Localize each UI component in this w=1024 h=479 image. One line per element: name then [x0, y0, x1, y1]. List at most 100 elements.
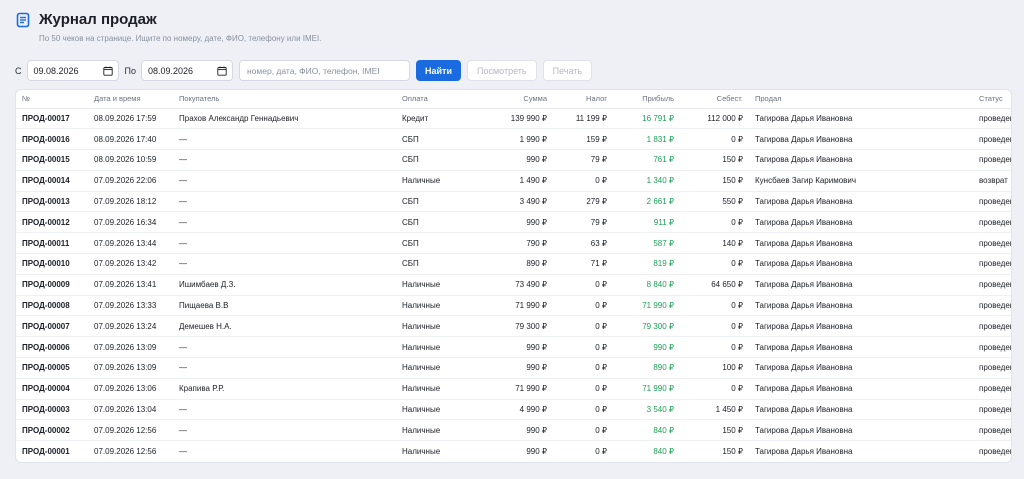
table-row[interactable]: ПРОД-00011 07.09.2026 13:44— СБП 790 ₽63 ₽5… — [16, 232, 1011, 255]
cell-seller: Тагирова Дарья Ивановна — [749, 399, 973, 421]
cell-payment: СБП — [396, 149, 476, 171]
cell-datetime: 07.09.2026 13:42 — [88, 253, 173, 275]
cell-seller: Тагирова Дарья Ивановна — [749, 274, 973, 296]
table-row[interactable]: ПРОД-00008 07.09.2026 13:33 Пищаева В.В Нал… — [16, 295, 1011, 317]
cell-status: проведена — [973, 399, 1011, 421]
cell-seller: Тагирова Дарья Ивановна — [749, 149, 973, 171]
cell-customer: Ишимбаев Д.З. — [173, 274, 396, 296]
cell-tax: 63 ₽ — [553, 232, 613, 255]
cell-seller: Тагирова Дарья Ивановна — [749, 419, 973, 442]
cell-customer: — — [173, 399, 396, 421]
table-row[interactable]: ПРОД-00006 07.09.2026 13:09— Наличные 990 ₽… — [16, 336, 1011, 359]
cell-profit: 2 661 ₽ — [613, 191, 680, 213]
cell-number: ПРОД-00009 — [16, 274, 88, 296]
cell-amount: 890 ₽ — [476, 253, 553, 275]
cell-number: ПРОД-00016 — [16, 128, 88, 151]
cell-datetime: 07.09.2026 13:09 — [88, 336, 173, 359]
date-from-label: С — [15, 65, 22, 76]
cell-datetime: 07.09.2026 13:44 — [88, 232, 173, 255]
cell-customer: — — [173, 170, 396, 192]
cell-profit: 840 ₽ — [653, 446, 674, 456]
cell-payment: СБП — [396, 191, 476, 213]
cell-customer: Крапива Р.Р. — [173, 378, 396, 400]
cell-seller: Тагирова Дарья Ивановна — [749, 253, 973, 275]
cell-customer: Прахов Александр Геннадьевич — [173, 108, 396, 130]
cell-profit: 8 840 ₽ — [613, 274, 680, 296]
cell-tax: 0 ₽ — [553, 295, 613, 317]
print-button[interactable]: Печать — [542, 60, 593, 81]
cell-profit: 761 ₽ — [613, 149, 680, 171]
cell-customer: — — [173, 211, 396, 234]
cell-tax: 279 ₽ — [553, 191, 613, 213]
table-row[interactable]: ПРОД-00003 07.09.2026 13:04— Наличные 4 990… — [16, 399, 1011, 421]
cell-cost: 150 ₽ — [680, 419, 749, 442]
cell-tax: 79 ₽ — [553, 211, 613, 234]
table-row[interactable]: ПРОД-00005 07.09.2026 13:09— Наличные 990 ₽… — [16, 357, 1011, 379]
table-row[interactable]: ПРОД-00007 07.09.2026 13:24 Демешев Н.А. На… — [16, 315, 1011, 338]
column-header-datetime: Дата и время — [88, 90, 173, 109]
cell-payment: СБП — [396, 211, 476, 234]
search-input[interactable] — [238, 60, 410, 81]
cell-cost: 150 ₽ — [722, 446, 743, 456]
date-to-value: 08.09.2026 — [147, 65, 194, 76]
table-row[interactable]: ПРОД-00001 07.09.2026 12:56 — Наличные 990 ₽… — [16, 441, 1011, 462]
cell-amount: 79 300 ₽ — [476, 315, 553, 338]
cell-profit: 990 ₽ — [613, 336, 680, 359]
page-subtitle: По 50 чеков на странице. Ищите по номеру… — [39, 34, 322, 43]
table-row[interactable]: ПРОД-00014 07.09.2026 22:06— Наличные 1 490… — [16, 170, 1011, 192]
cell-payment: Наличные — [396, 399, 476, 421]
sales-table: № Дата и время Покупатель Оплата Сумма Н… — [16, 90, 1011, 462]
page-header: Журнал продаж — [15, 11, 157, 28]
cell-status: проведена — [973, 128, 1011, 151]
table-row[interactable]: ПРОД-00002 07.09.2026 12:56— Наличные 990 ₽… — [16, 419, 1011, 442]
cell-seller: Тагирова Дарья Ивановна — [749, 211, 973, 234]
cell-number: ПРОД-00011 — [16, 232, 88, 255]
cell-status: проведена — [973, 274, 1011, 296]
table-header-row: № Дата и время Покупатель Оплата Сумма Н… — [16, 90, 1011, 109]
cell-amount: 3 490 ₽ — [476, 191, 553, 213]
table-row[interactable]: ПРОД-00004 07.09.2026 13:06 Крапива Р.Р. На… — [16, 378, 1011, 400]
table-row[interactable]: ПРОД-00017 08.09.2026 17:59 Прахов Алексан… — [16, 108, 1011, 130]
cell-number: ПРОД-00012 — [16, 211, 88, 234]
calendar-icon[interactable] — [102, 66, 113, 76]
table-row[interactable]: ПРОД-00012 07.09.2026 16:34— СБП 990 ₽79 ₽9… — [16, 211, 1011, 234]
cell-payment: Наличные — [396, 170, 476, 192]
table-row[interactable]: ПРОД-00016 08.09.2026 17:40— СБП 1 990 ₽159… — [16, 128, 1011, 151]
cell-status: проведена — [973, 108, 1011, 130]
cell-customer: — — [173, 232, 396, 255]
calendar-icon[interactable] — [217, 66, 227, 76]
table-row[interactable]: ПРОД-00009 07.09.2026 13:41 Ишимбаев Д.З. Н… — [16, 274, 1011, 296]
table-row[interactable]: ПРОД-00013 07.09.2026 18:12— СБП 3 490 ₽279… — [16, 191, 1011, 213]
search-button[interactable]: Найти — [415, 60, 461, 81]
cell-number: ПРОД-00004 — [16, 378, 88, 400]
column-header-number: № — [16, 90, 88, 109]
cell-customer: — — [173, 419, 396, 442]
table-row[interactable]: ПРОД-00010 07.09.2026 13:42— СБП 890 ₽71 ₽8… — [16, 253, 1011, 275]
table-row[interactable]: ПРОД-00015 08.09.2026 10:59— СБП 990 ₽79 ₽7… — [16, 149, 1011, 171]
cell-status: проведена — [979, 446, 1011, 456]
date-from-input[interactable]: 09.08.2026 — [26, 60, 119, 81]
cell-cost: 1 450 ₽ — [680, 399, 749, 421]
cell-amount: 4 990 ₽ — [476, 399, 553, 421]
cell-datetime: 07.09.2026 13:41 — [88, 274, 173, 296]
cell-number: ПРОД-00017 — [16, 108, 88, 130]
cell-status: проведена — [973, 336, 1011, 359]
cell-datetime: 08.09.2026 10:59 — [88, 149, 173, 171]
cell-profit: 840 ₽ — [613, 419, 680, 442]
cell-status: возврат — [973, 170, 1011, 192]
cell-cost: 0 ₽ — [680, 253, 749, 275]
cell-customer: — — [179, 446, 187, 456]
cell-datetime: 07.09.2026 22:06 — [88, 170, 173, 192]
cell-payment: СБП — [396, 128, 476, 151]
cell-number: ПРОД-00008 — [16, 295, 88, 317]
date-to-input[interactable]: 08.09.2026 — [140, 60, 233, 81]
page-title: Журнал продаж — [39, 11, 157, 28]
cell-customer: — — [173, 357, 396, 379]
filter-bar: С 09.08.2026 По 08.09.2026 Найти Посмотр… — [15, 60, 598, 81]
cell-status: проведена — [973, 378, 1011, 400]
cell-datetime: 07.09.2026 12:56 — [94, 446, 157, 456]
cell-cost: 112 000 ₽ — [680, 108, 749, 130]
view-button[interactable]: Посмотреть — [466, 60, 537, 81]
cell-profit: 1 340 ₽ — [613, 170, 680, 192]
column-header-amount: Сумма — [476, 90, 553, 109]
